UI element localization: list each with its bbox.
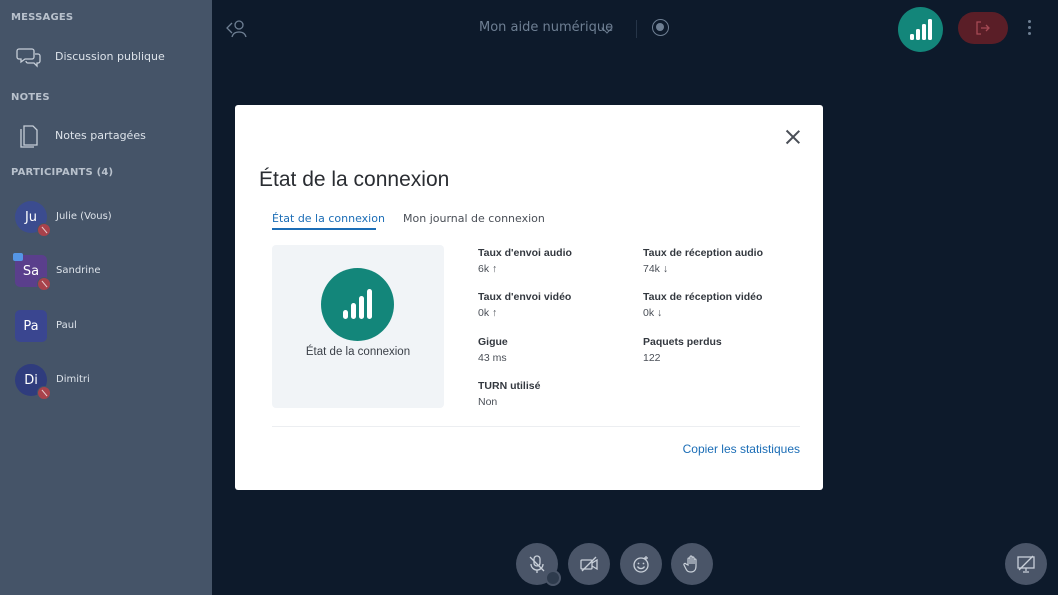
stat-value: 43 ms — [478, 352, 507, 364]
presentation-off-icon — [1017, 555, 1035, 573]
copy-stats-button[interactable]: Copier les statistiques — [683, 442, 800, 456]
participant-dimitri[interactable]: Di Dimitri — [0, 364, 212, 404]
mic-muted-icon — [37, 386, 51, 400]
participant-paul[interactable]: Pa Paul — [0, 310, 212, 350]
participant-name: Dimitri — [56, 374, 90, 385]
stat-video-upload: Taux d'envoi vidéo 0k ↑ — [478, 291, 571, 319]
signal-bars-icon — [910, 19, 932, 40]
tab-connection-log[interactable]: Mon journal de connexion — [403, 212, 545, 225]
signal-bars-icon — [343, 289, 372, 319]
record-icon[interactable] — [652, 19, 669, 36]
camera-off-icon — [580, 556, 598, 572]
logout-icon — [976, 21, 990, 35]
sidebar-item-public-chat[interactable]: Discussion publique — [0, 39, 212, 73]
notes-icon — [20, 125, 38, 148]
stat-label: Taux de réception vidéo — [643, 291, 763, 303]
participant-name: Sandrine — [56, 265, 101, 276]
tab-connection-status[interactable]: État de la connexion — [272, 212, 385, 225]
divider — [272, 426, 800, 427]
stat-label: Taux de réception audio — [643, 247, 763, 259]
toggle-userlist-icon[interactable] — [226, 18, 248, 38]
connection-status-button[interactable] — [898, 7, 943, 52]
stat-value: Non — [478, 396, 498, 408]
emoji-icon — [633, 556, 649, 573]
camera-toggle-button[interactable] — [568, 543, 610, 585]
close-icon[interactable] — [783, 127, 803, 147]
more-options-icon[interactable] — [1027, 20, 1033, 38]
mic-muted-icon — [37, 277, 51, 291]
sidebar-item-label: Notes partagées — [55, 128, 146, 142]
mic-muted-icon — [37, 223, 51, 237]
stat-turn-used: TURN utilisé Non — [478, 380, 540, 408]
mic-off-icon — [529, 555, 545, 573]
connection-indicator — [321, 268, 394, 341]
connection-status-panel: État de la connexion — [272, 245, 444, 408]
panel-label: État de la connexion — [305, 346, 411, 358]
mic-toggle-button[interactable] — [516, 543, 561, 586]
stat-audio-upload: Taux d'envoi audio 6k ↑ — [478, 247, 572, 275]
stat-value: 6k ↑ — [478, 263, 498, 275]
raise-hand-button[interactable] — [671, 543, 713, 585]
stat-label: Taux d'envoi vidéo — [478, 291, 572, 303]
participant-name: Paul — [56, 320, 77, 331]
notes-section-title: NOTES — [11, 92, 50, 103]
meeting-title-dropdown[interactable]: Mon aide numérique — [479, 20, 613, 35]
sidebar-item-shared-notes[interactable]: Notes partagées — [0, 118, 212, 152]
participant-julie[interactable]: Ju Julie (Vous) — [0, 201, 212, 241]
stat-value: 0k ↓ — [643, 307, 663, 319]
sidebar-item-label: Discussion publique — [55, 49, 165, 63]
messages-section-title: MESSAGES — [11, 12, 74, 23]
stat-value: 122 — [643, 352, 661, 364]
presentation-toggle-button[interactable] — [1005, 543, 1047, 585]
stat-value: 0k ↑ — [478, 307, 498, 319]
participant-name: Julie (Vous) — [56, 211, 112, 222]
participants-section-title: PARTICIPANTS (4) — [11, 167, 114, 178]
avatar: Pa — [15, 310, 47, 342]
stat-jitter: Gigue 43 ms — [478, 336, 508, 364]
stat-label: Paquets perdus — [643, 336, 722, 348]
stat-label: Gigue — [478, 336, 508, 348]
sidebar: MESSAGES Discussion publique NOTES Notes… — [0, 0, 212, 595]
stat-label: TURN utilisé — [478, 380, 541, 392]
participant-sandrine[interactable]: Sa Sandrine — [0, 253, 212, 295]
modal-title: État de la connexion — [259, 168, 450, 191]
stat-video-download: Taux de réception vidéo 0k ↓ — [643, 291, 762, 319]
stat-label: Taux d'envoi audio — [478, 247, 572, 259]
active-tab-underline — [272, 228, 376, 230]
stat-packets-lost: Paquets perdus 122 — [643, 336, 722, 364]
connection-status-modal: État de la connexion État de la connexio… — [235, 105, 823, 490]
moderator-icon — [13, 253, 23, 261]
leave-meeting-button[interactable] — [958, 12, 1008, 44]
divider — [636, 20, 637, 38]
stat-audio-download: Taux de réception audio 74k ↓ — [643, 247, 763, 275]
stat-value: 74k ↓ — [643, 263, 669, 275]
chat-icon — [16, 48, 41, 68]
hand-icon — [683, 555, 697, 573]
reactions-button[interactable] — [620, 543, 662, 585]
